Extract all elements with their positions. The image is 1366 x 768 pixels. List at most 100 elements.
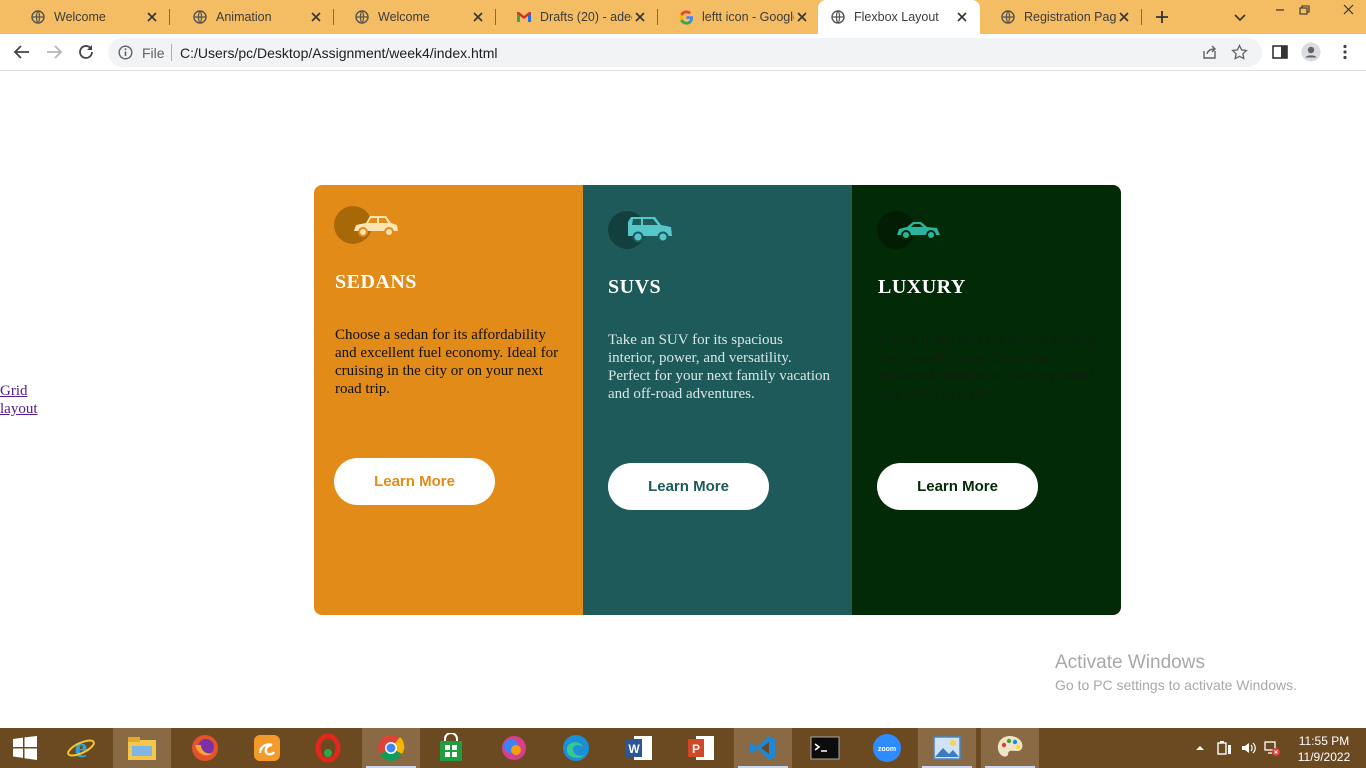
browser-toolbar: File C:/Users/pc/Desktop/Assignment/week… bbox=[0, 34, 1366, 71]
side-panel-icon[interactable] bbox=[1270, 42, 1290, 62]
svg-text:e: e bbox=[75, 733, 87, 763]
store-icon[interactable] bbox=[422, 728, 480, 768]
tab-title: Drafts (20) - adeo bbox=[540, 10, 632, 24]
profile-avatar-icon[interactable] bbox=[1301, 42, 1321, 62]
tab-search-chevron-down-icon[interactable] bbox=[1232, 9, 1248, 25]
tab-google-search[interactable]: leftt icon - Google bbox=[658, 0, 820, 34]
activate-windows-watermark: Activate Windows Go to PC settings to ac… bbox=[1055, 652, 1297, 696]
globe-icon bbox=[830, 9, 846, 25]
tray-chevron-up-icon[interactable] bbox=[1194, 740, 1210, 756]
ie-icon[interactable]: e bbox=[52, 728, 110, 768]
gmail-icon bbox=[516, 9, 532, 25]
file-explorer-icon[interactable] bbox=[113, 728, 171, 768]
vscode-icon[interactable] bbox=[734, 728, 792, 768]
tab-separator bbox=[169, 9, 170, 25]
word-icon[interactable]: W bbox=[610, 728, 668, 768]
card-suvs: SUVS Take an SUV for its spacious interi… bbox=[583, 185, 852, 615]
luxury-car-icon bbox=[877, 210, 947, 252]
tab-title: leftt icon - Google bbox=[702, 10, 794, 24]
bookmark-star-icon[interactable] bbox=[1231, 43, 1248, 61]
card-description: Choose a sedan for its affordability and… bbox=[335, 327, 559, 397]
share-icon[interactable] bbox=[1201, 44, 1218, 61]
edge-icon[interactable] bbox=[547, 728, 605, 768]
system-clock[interactable]: 11:55 PM 11/9/2022 bbox=[1294, 733, 1354, 765]
tab-title: Welcome bbox=[378, 10, 430, 24]
learn-more-button[interactable]: Learn More bbox=[877, 463, 1038, 510]
close-icon[interactable] bbox=[1116, 9, 1132, 25]
tab-separator bbox=[1141, 9, 1142, 25]
globe-icon bbox=[192, 9, 208, 25]
clock-date: 11/9/2022 bbox=[1297, 750, 1351, 764]
close-icon[interactable] bbox=[308, 9, 324, 25]
reload-icon[interactable] bbox=[76, 42, 96, 62]
tab-gmail-drafts[interactable]: Drafts (20) - adeo bbox=[496, 0, 658, 34]
kebab-menu-icon[interactable] bbox=[1335, 42, 1355, 62]
card-sedans: SEDANS Choose a sedan for its affordabil… bbox=[314, 185, 583, 615]
opera-icon[interactable] bbox=[299, 728, 357, 768]
suv-car-icon bbox=[608, 210, 678, 252]
uc-browser-icon[interactable] bbox=[238, 728, 296, 768]
scheme-label: File bbox=[142, 45, 165, 61]
page-viewport: Grid layout SEDANS Choose a sedan for it… bbox=[0, 72, 1366, 728]
tab-title: Welcome bbox=[54, 10, 106, 24]
close-icon[interactable] bbox=[144, 9, 160, 25]
watermark-subtitle: Go to PC settings to activate Windows. bbox=[1055, 677, 1297, 693]
learn-more-button[interactable]: Learn More bbox=[334, 458, 495, 505]
tab-strip: Welcome Animation Welcome Drafts (20) - … bbox=[0, 0, 1366, 34]
zoom-icon[interactable]: zoom bbox=[858, 728, 916, 768]
photos-icon[interactable] bbox=[918, 728, 976, 768]
minimize-icon[interactable] bbox=[1270, 2, 1290, 18]
tab-title: Animation bbox=[216, 10, 272, 24]
learn-more-button[interactable]: Learn More bbox=[608, 463, 769, 510]
battery-icon[interactable] bbox=[1216, 740, 1232, 756]
svg-text:P: P bbox=[692, 742, 700, 756]
clock-time: 11:55 PM bbox=[1298, 734, 1350, 748]
tab-title: Registration Page bbox=[1024, 10, 1116, 24]
restore-icon[interactable] bbox=[1294, 2, 1314, 18]
info-icon[interactable] bbox=[118, 45, 133, 60]
powerpoint-icon[interactable]: P bbox=[672, 728, 730, 768]
card-heading: SUVS bbox=[608, 276, 662, 298]
close-icon[interactable] bbox=[794, 9, 810, 25]
new-tab-plus-icon[interactable] bbox=[1153, 8, 1171, 26]
card-heading: LUXURY bbox=[878, 276, 966, 298]
close-icon[interactable] bbox=[632, 9, 648, 25]
windows-taskbar: e W P zoom 11:55 PM 11/9/2022 bbox=[0, 728, 1366, 768]
svg-text:W: W bbox=[628, 742, 640, 756]
tab-title: Flexbox Layout bbox=[854, 10, 939, 24]
watermark-title: Activate Windows bbox=[1055, 652, 1205, 673]
tab-animation[interactable]: Animation bbox=[172, 0, 334, 34]
url-text[interactable]: C:/Users/pc/Desktop/Assignment/week4/ind… bbox=[180, 45, 497, 61]
tab-registration-page[interactable]: Registration Page bbox=[980, 0, 1142, 34]
cards-container: SEDANS Choose a sedan for its affordabil… bbox=[314, 185, 1121, 615]
grid-layout-link[interactable]: Grid layout bbox=[0, 382, 60, 418]
card-heading: SEDANS bbox=[335, 271, 417, 293]
close-icon[interactable] bbox=[954, 9, 970, 25]
network-disconnected-icon[interactable] bbox=[1264, 740, 1280, 756]
close-window-icon[interactable] bbox=[1338, 2, 1358, 18]
volume-icon[interactable] bbox=[1240, 740, 1256, 756]
google-icon bbox=[678, 9, 694, 25]
close-icon[interactable] bbox=[470, 9, 486, 25]
forward-arrow-icon[interactable] bbox=[44, 42, 64, 62]
paint-icon[interactable] bbox=[981, 728, 1039, 768]
cmd-icon[interactable] bbox=[796, 728, 854, 768]
start-icon[interactable] bbox=[0, 728, 50, 768]
paint3d-icon[interactable] bbox=[485, 728, 543, 768]
card-luxury: LUXURY Cruise in the best car brands wit… bbox=[852, 185, 1121, 615]
chrome-icon[interactable] bbox=[362, 728, 420, 768]
globe-icon bbox=[30, 9, 46, 25]
tab-welcome-2[interactable]: Welcome bbox=[334, 0, 496, 34]
firefox-icon[interactable] bbox=[176, 728, 234, 768]
back-arrow-icon[interactable] bbox=[12, 42, 32, 62]
tab-welcome-1[interactable]: Welcome bbox=[10, 0, 170, 34]
address-bar[interactable]: File C:/Users/pc/Desktop/Assignment/week… bbox=[108, 38, 1262, 67]
address-separator bbox=[171, 44, 172, 61]
globe-icon bbox=[1000, 9, 1016, 25]
sedan-car-icon bbox=[334, 205, 404, 247]
card-description: Cruise in the best car brands without th… bbox=[878, 332, 1098, 402]
tab-flexbox-layout[interactable]: Flexbox Layout bbox=[818, 0, 980, 34]
globe-icon bbox=[354, 9, 370, 25]
svg-text:zoom: zoom bbox=[878, 746, 896, 753]
card-description: Take an SUV for its spacious interior, p… bbox=[608, 332, 830, 402]
